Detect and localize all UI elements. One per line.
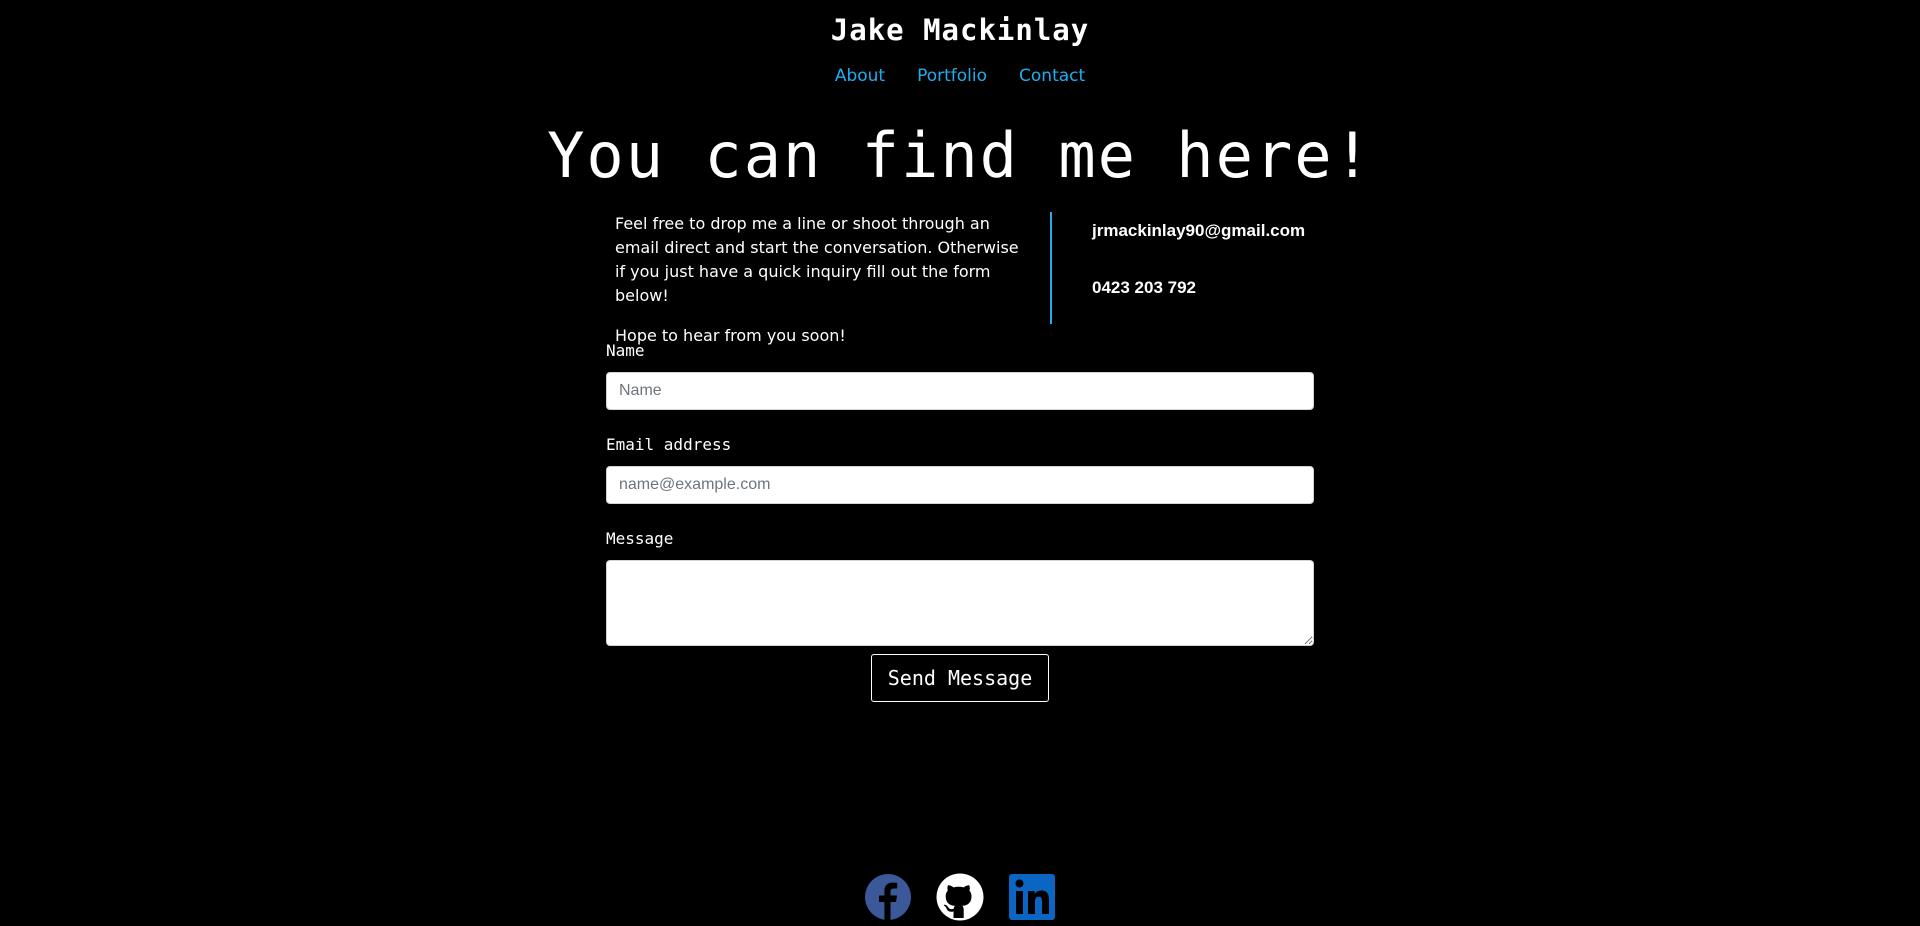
intro-paragraph: Feel free to drop me a line or shoot thr… [615, 214, 1019, 305]
vertical-divider [1050, 212, 1052, 324]
name-label: Name [606, 341, 645, 360]
contact-phone: 0423 203 792 [1092, 278, 1196, 297]
linkedin-icon[interactable] [1008, 873, 1056, 921]
email-input[interactable] [606, 466, 1314, 504]
email-label: Email address [606, 435, 732, 454]
contact-details: jrmackinlay90@gmail.com 0423 203 792 [1092, 221, 1305, 298]
site-title: Jake Mackinlay [830, 13, 1090, 47]
nav-link-contact[interactable]: Contact [1019, 66, 1085, 86]
name-input[interactable] [606, 372, 1314, 410]
github-icon[interactable] [936, 873, 984, 921]
send-button-container: Send Message [0, 654, 1920, 702]
nav-link-about[interactable]: About [835, 66, 885, 86]
send-message-button[interactable]: Send Message [870, 654, 1050, 702]
social-links [0, 873, 1920, 921]
page-heading: You can find me here! [547, 119, 1373, 192]
message-textarea[interactable] [606, 560, 1314, 646]
contact-form: Name Email address Message [606, 340, 1314, 646]
contact-email: jrmackinlay90@gmail.com [1092, 221, 1306, 240]
contact-page: Jake Mackinlay About Portfolio Contact Y… [0, 0, 1920, 926]
main-nav: About Portfolio Contact [0, 66, 1920, 86]
nav-link-portfolio[interactable]: Portfolio [917, 66, 987, 86]
message-label: Message [606, 529, 674, 548]
facebook-icon[interactable] [864, 873, 912, 921]
